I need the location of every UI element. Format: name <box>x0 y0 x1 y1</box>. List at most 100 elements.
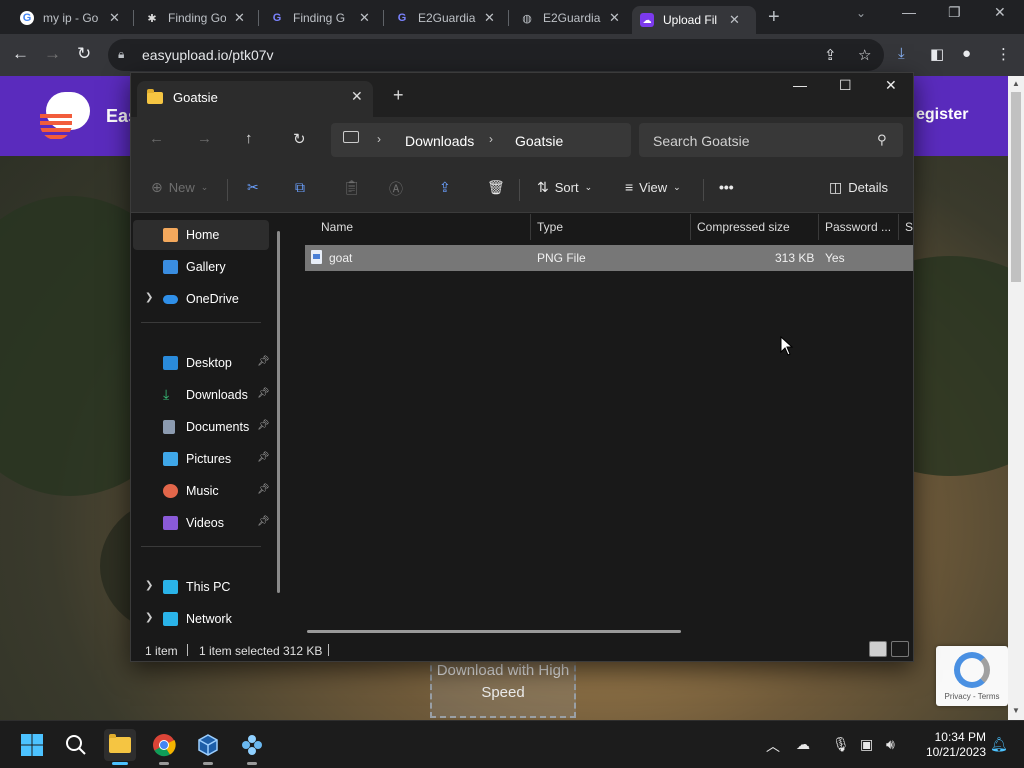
refresh-icon[interactable]: ↻ <box>293 130 306 148</box>
browser-tab[interactable]: G E2Guardia ✕ <box>387 4 503 32</box>
column-divider[interactable] <box>530 214 531 240</box>
onedrive-sync-icon[interactable]: ☁ <box>796 736 810 753</box>
profile-icon[interactable]: ● <box>962 45 971 62</box>
nav-item-music[interactable]: Music 📌︎ <box>133 476 270 506</box>
column-header-password[interactable]: Password ... <box>825 220 891 234</box>
address-bar[interactable]: 🔒︎ easyupload.io/ptk07v ⇪ ☆ <box>108 39 884 71</box>
close-tab-icon[interactable]: ✕ <box>351 88 363 105</box>
column-header-type[interactable]: Type <box>537 220 563 234</box>
pin-icon[interactable]: 📌︎ <box>257 356 270 367</box>
browser-tab[interactable]: ◍ E2Guardia ✕ <box>512 4 628 32</box>
recaptcha-badge[interactable]: Privacy - Terms <box>936 646 1008 706</box>
download-high-speed-button[interactable]: Download with High Speed <box>430 656 576 718</box>
cut-icon[interactable]: ✂ <box>247 179 259 196</box>
volume-icon[interactable]: 🔊︎ <box>886 736 895 753</box>
scroll-down-icon[interactable]: ▼ <box>1012 706 1020 715</box>
close-tab-icon[interactable]: ✕ <box>234 10 245 26</box>
horizontal-scrollbar[interactable] <box>307 630 681 633</box>
nav-pane-scrollbar[interactable] <box>277 231 280 593</box>
back-icon[interactable]: ← <box>12 44 29 64</box>
pin-icon[interactable]: 📌︎ <box>257 484 270 495</box>
close-window-icon[interactable]: ✕ <box>885 77 897 94</box>
microphone-icon[interactable]: 🎙︎ <box>832 736 850 753</box>
taskbar-file-explorer[interactable] <box>104 729 136 765</box>
new-tab-button[interactable]: + <box>393 85 404 106</box>
breadcrumb-goatsie[interactable]: Goatsie <box>515 133 563 149</box>
close-window-icon[interactable]: ✕ <box>994 4 1006 21</box>
side-panel-icon[interactable]: ◧ <box>930 45 944 63</box>
explorer-address-bar[interactable]: › Downloads › Goatsie <box>331 123 631 157</box>
sort-button[interactable]: ⇅ Sort ⌄ <box>537 179 592 196</box>
restore-icon[interactable]: ❐ <box>948 4 961 21</box>
this-pc-icon[interactable] <box>343 131 359 143</box>
new-button[interactable]: ⊕ New ⌄ <box>151 179 208 196</box>
details-button[interactable]: ◫ Details <box>829 179 888 196</box>
column-header-name[interactable]: Name <box>321 220 353 234</box>
browser-tab[interactable]: ✱ Finding Go ✕ <box>137 4 253 32</box>
chevron-right-icon[interactable]: ❯ <box>145 612 153 623</box>
up-icon[interactable]: ↑ <box>245 130 253 147</box>
browser-tab[interactable]: G Finding G ✕ <box>262 4 378 32</box>
close-tab-icon[interactable]: ✕ <box>484 10 495 26</box>
nav-item-onedrive[interactable]: ❯ OneDrive <box>133 284 269 314</box>
taskbar-app[interactable] <box>236 729 268 765</box>
pin-icon[interactable]: 📌︎ <box>257 452 270 463</box>
taskbar-clock[interactable]: 10:34 PM 10/21/2023 <box>912 730 986 760</box>
rename-icon[interactable]: Ⓐ <box>389 179 403 199</box>
close-tab-icon[interactable]: ✕ <box>109 10 120 26</box>
nav-item-documents[interactable]: Documents 📌︎ <box>133 412 270 442</box>
view-button[interactable]: ≡ View ⌄ <box>625 179 681 195</box>
nav-item-gallery[interactable]: Gallery <box>133 252 269 282</box>
breadcrumb-downloads[interactable]: Downloads <box>405 133 474 149</box>
explorer-tab[interactable]: Goatsie ✕ <box>137 81 373 117</box>
pin-icon[interactable]: 📌︎ <box>257 516 270 527</box>
nav-item-this-pc[interactable]: ❯ This PC <box>133 572 269 602</box>
minimize-icon[interactable]: — <box>902 4 916 20</box>
forward-icon[interactable]: → <box>197 130 212 147</box>
nav-item-network[interactable]: ❯ Network <box>133 604 269 634</box>
share-icon[interactable]: ⇪ <box>824 46 837 64</box>
column-header-size[interactable]: Si <box>905 220 913 234</box>
lock-icon[interactable]: 🔒︎ <box>118 47 124 62</box>
forward-icon[interactable]: → <box>44 44 61 64</box>
paste-icon[interactable]: 📋︎ <box>343 179 361 196</box>
share-icon[interactable]: ⇪ <box>439 179 451 196</box>
maximize-icon[interactable]: ☐ <box>839 77 852 94</box>
nav-item-videos[interactable]: Videos 📌︎ <box>133 508 270 538</box>
reload-icon[interactable]: ↻ <box>77 44 91 64</box>
nav-item-pictures[interactable]: Pictures 📌︎ <box>133 444 270 474</box>
details-view-icon[interactable] <box>869 641 887 657</box>
browser-tab[interactable]: G my ip - Go ✕ <box>12 4 128 32</box>
close-tab-icon[interactable]: ✕ <box>609 10 620 26</box>
browser-tab-active[interactable]: ☁ Upload Fil ✕ <box>632 6 756 34</box>
file-name[interactable]: goat <box>329 251 352 265</box>
url-text[interactable]: easyupload.io/ptk07v <box>142 47 274 63</box>
chevron-right-icon[interactable]: › <box>377 132 381 146</box>
easyupload-logo[interactable] <box>40 90 102 144</box>
taskbar-virtualbox[interactable] <box>192 729 224 765</box>
column-header-compressed-size[interactable]: Compressed size <box>697 220 790 234</box>
scroll-up-icon[interactable]: ▲ <box>1012 79 1020 88</box>
taskbar-chrome[interactable] <box>148 729 180 765</box>
table-row[interactable]: goat PNG File 313 KB Yes <box>305 245 913 271</box>
register-link[interactable]: egister <box>916 106 968 124</box>
chevron-up-icon[interactable]: ︿ <box>766 736 780 756</box>
bookmark-star-icon[interactable]: ☆ <box>858 46 871 64</box>
nav-item-home[interactable]: Home <box>133 220 269 250</box>
scrollbar-thumb[interactable] <box>1011 92 1021 282</box>
close-tab-icon[interactable]: ✕ <box>729 12 740 28</box>
copy-icon[interactable]: ⧉ <box>295 179 305 196</box>
nav-item-downloads[interactable]: ⤓ Downloads 📌︎ <box>133 380 270 410</box>
column-divider[interactable] <box>690 214 691 240</box>
download-icon[interactable]: ⤓ <box>898 45 905 62</box>
recaptcha-links[interactable]: Privacy - Terms <box>936 692 1008 701</box>
pin-icon[interactable]: 📌︎ <box>257 388 270 399</box>
menu-icon[interactable]: ⋮ <box>996 45 1011 63</box>
chevron-right-icon[interactable]: › <box>489 132 493 146</box>
delete-icon[interactable]: 🗑︎ <box>487 179 505 196</box>
tiles-view-icon[interactable] <box>891 641 909 657</box>
more-options-icon[interactable]: ••• <box>719 179 734 195</box>
column-divider[interactable] <box>898 214 899 240</box>
explorer-search-input[interactable]: Search Goatsie ⚲ <box>639 123 903 157</box>
notification-bell-icon[interactable]: 🔔︎ <box>990 736 1008 753</box>
